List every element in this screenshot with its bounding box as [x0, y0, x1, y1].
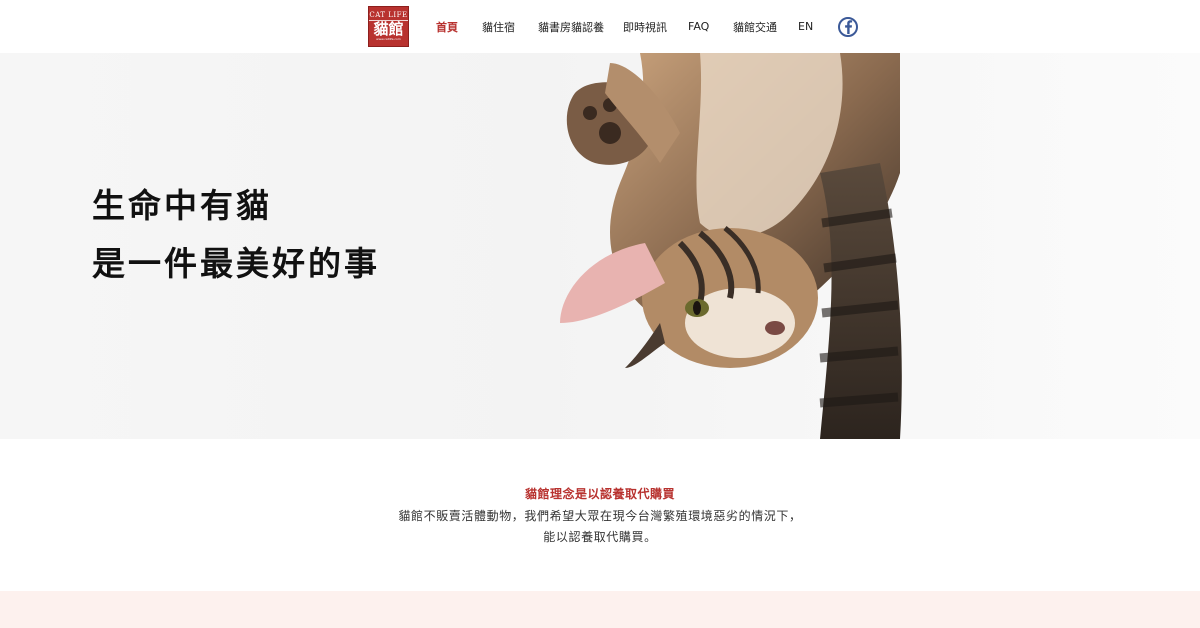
- philosophy-section: 貓館理念是以認養取代購買 貓館不販賣活體動物，我們希望大眾在現今台灣繁殖環境惡劣…: [0, 439, 1200, 591]
- nav-faq[interactable]: FAQ: [688, 0, 709, 53]
- logo-main-text: 貓館: [373, 20, 404, 38]
- facebook-icon[interactable]: [838, 17, 858, 37]
- site-header: CAT LIFE 貓館 www.catlife.com 首頁 貓住宿 貓書房貓認…: [0, 0, 1200, 53]
- nav-cat-hotel[interactable]: 貓住宿: [482, 0, 515, 53]
- nav-transport[interactable]: 貓館交通: [733, 0, 777, 53]
- hero-banner: 生命中有貓 是一件最美好的事: [0, 53, 1200, 439]
- philosophy-title: 貓館理念是以認養取代購買: [524, 487, 675, 501]
- nav-cat-library-adoption[interactable]: 貓書房貓認養: [538, 0, 604, 53]
- nav-live-video[interactable]: 即時視訊: [623, 0, 667, 53]
- hero-headline: 生命中有貓 是一件最美好的事: [92, 177, 380, 293]
- hero-line-2: 是一件最美好的事: [92, 244, 380, 283]
- facebook-glyph: [845, 20, 853, 34]
- site-logo[interactable]: CAT LIFE 貓館 www.catlife.com: [368, 6, 409, 47]
- philosophy-text-2: 能以認養取代購買。: [543, 530, 657, 544]
- nav-english[interactable]: EN: [798, 0, 813, 53]
- philosophy-text-1: 貓館不販賣活體動物，我們希望大眾在現今台灣繁殖環境惡劣的情況下，: [398, 509, 802, 523]
- logo-url-text: www.catlife.com: [376, 37, 401, 41]
- next-section-band: [0, 591, 1200, 628]
- hero-line-1: 生命中有貓: [92, 186, 272, 225]
- nav-home[interactable]: 首頁: [436, 0, 458, 53]
